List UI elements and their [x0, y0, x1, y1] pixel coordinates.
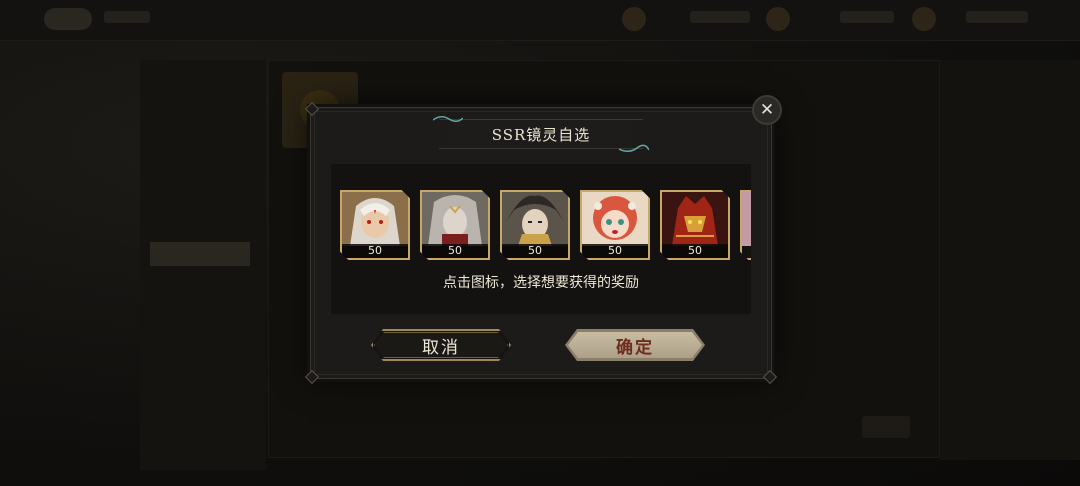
- background-top-bar: [0, 0, 1080, 41]
- background-currency-icon-2: [766, 7, 790, 31]
- character-portrait: [742, 192, 751, 246]
- character-portrait: [422, 192, 488, 246]
- cancel-button[interactable]: 取消: [371, 329, 511, 361]
- character-portrait: [502, 192, 568, 246]
- background-currency-value: [690, 11, 750, 23]
- reward-avatar-2[interactable]: 50: [420, 190, 490, 260]
- reward-avatar-4[interactable]: 50: [580, 190, 650, 260]
- background-bottom-button: [862, 416, 910, 438]
- reward-avatar-6[interactable]: [740, 190, 751, 260]
- background-title: [104, 11, 150, 23]
- background-side-item: [150, 104, 250, 128]
- background-currency-value-2: [840, 11, 894, 23]
- title-ornament-right: [619, 144, 649, 152]
- confirm-button-label: 确定: [616, 337, 654, 358]
- background-right-panel: [940, 60, 1080, 460]
- reward-avatar-5[interactable]: 50: [660, 190, 730, 260]
- instruction-text: 点击图标，选择想要获得的奖励: [443, 275, 639, 291]
- dialog-title: SSR镜灵自选: [491, 125, 591, 144]
- ssr-select-dialog: SSR镜灵自选 50 50 50 50 50 点击图标，选择想要获得的奖励 取消…: [304, 101, 778, 385]
- dialog-title-banner: SSR镜灵自选: [433, 116, 649, 152]
- character-portrait: [582, 192, 648, 246]
- reward-avatar-3[interactable]: 50: [500, 190, 570, 260]
- reward-quantity: 50: [582, 244, 648, 258]
- reward-quantity: 50: [502, 244, 568, 258]
- character-portrait: [342, 192, 408, 246]
- reward-quantity: 50: [342, 244, 408, 258]
- background-side-item-selected: [150, 242, 250, 266]
- background-currency-icon-3: [912, 7, 936, 31]
- cancel-button-label: 取消: [422, 337, 460, 358]
- confirm-button[interactable]: 确定: [565, 329, 705, 361]
- background-currency-icon: [622, 7, 646, 31]
- reward-list: 50 50 50 50 50: [340, 190, 751, 264]
- reward-quantity: 50: [422, 244, 488, 258]
- background-currency-value-3: [966, 11, 1028, 23]
- background-side-item: [150, 196, 250, 220]
- reward-quantity: 50: [662, 244, 728, 258]
- background-logo: [44, 8, 92, 30]
- background-side-item: [150, 150, 250, 174]
- reward-avatar-1[interactable]: 50: [340, 190, 410, 260]
- character-portrait: [662, 192, 728, 246]
- reward-panel: 50 50 50 50 50 点击图标，选择想要获得的奖励: [331, 164, 751, 314]
- title-ornament-left: [433, 116, 463, 122]
- close-icon[interactable]: ✕: [752, 95, 782, 125]
